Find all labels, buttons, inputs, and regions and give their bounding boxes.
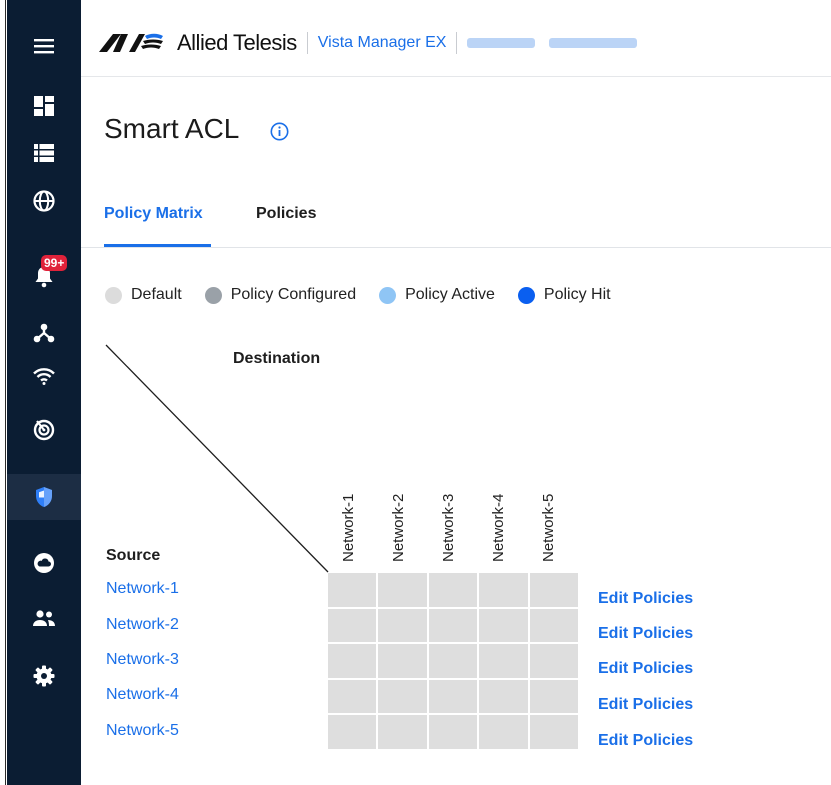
column-header: Network-2: [389, 470, 411, 562]
matrix-cell[interactable]: [529, 573, 578, 607]
column-label: Network-2: [390, 493, 407, 562]
matrix-cell[interactable]: [529, 608, 578, 643]
column-header: Network-4: [489, 470, 511, 562]
destination-label: Destination: [233, 350, 321, 367]
matrix-cell[interactable]: [529, 679, 578, 714]
matrix-cell[interactable]: [328, 715, 377, 749]
row-link-network-4[interactable]: Network-4: [106, 686, 179, 704]
column-header: Network-5: [539, 470, 561, 562]
edit-policies-link-network-1[interactable]: Edit Policies: [598, 590, 693, 608]
column-header: Network-3: [439, 470, 461, 562]
row-link-network-1[interactable]: Network-1: [106, 580, 179, 598]
policy-matrix-grid: [328, 573, 578, 749]
matrix-cell[interactable]: [378, 644, 427, 678]
row-link-network-3[interactable]: Network-3: [106, 651, 179, 669]
column-header: Network-1: [339, 470, 361, 562]
matrix-cell[interactable]: [378, 608, 427, 643]
row-link-network-5[interactable]: Network-5: [106, 722, 179, 740]
edit-policies-link-network-4[interactable]: Edit Policies: [598, 696, 693, 714]
matrix-cell[interactable]: [428, 715, 478, 749]
column-label: Network-1: [340, 493, 357, 562]
matrix-cell[interactable]: [428, 679, 478, 714]
matrix-cell[interactable]: [328, 679, 377, 714]
matrix-cell[interactable]: [529, 715, 578, 749]
matrix-cell[interactable]: [479, 608, 528, 643]
column-label: Network-3: [440, 493, 457, 562]
matrix-cell[interactable]: [428, 644, 478, 678]
column-label: Network-5: [540, 493, 557, 562]
matrix-cell[interactable]: [479, 644, 528, 678]
row-link-network-2[interactable]: Network-2: [106, 616, 179, 634]
matrix-cell[interactable]: [328, 644, 377, 678]
matrix-cell[interactable]: [479, 715, 528, 749]
column-label: Network-4: [490, 493, 507, 562]
matrix-cell[interactable]: [479, 679, 528, 714]
matrix-cell[interactable]: [328, 608, 377, 643]
matrix-cell[interactable]: [378, 715, 427, 749]
edit-policies-link-network-3[interactable]: Edit Policies: [598, 660, 693, 678]
matrix-cell[interactable]: [428, 573, 478, 607]
matrix-cell[interactable]: [479, 573, 528, 607]
matrix-cell[interactable]: [328, 573, 377, 607]
edit-policies-link-network-5[interactable]: Edit Policies: [598, 732, 693, 750]
source-label: Source: [106, 547, 161, 564]
matrix-cell[interactable]: [529, 644, 578, 678]
matrix-cell[interactable]: [378, 573, 427, 607]
matrix-cell[interactable]: [378, 679, 427, 714]
matrix-cell[interactable]: [428, 608, 478, 643]
edit-policies-link-network-2[interactable]: Edit Policies: [598, 625, 693, 643]
